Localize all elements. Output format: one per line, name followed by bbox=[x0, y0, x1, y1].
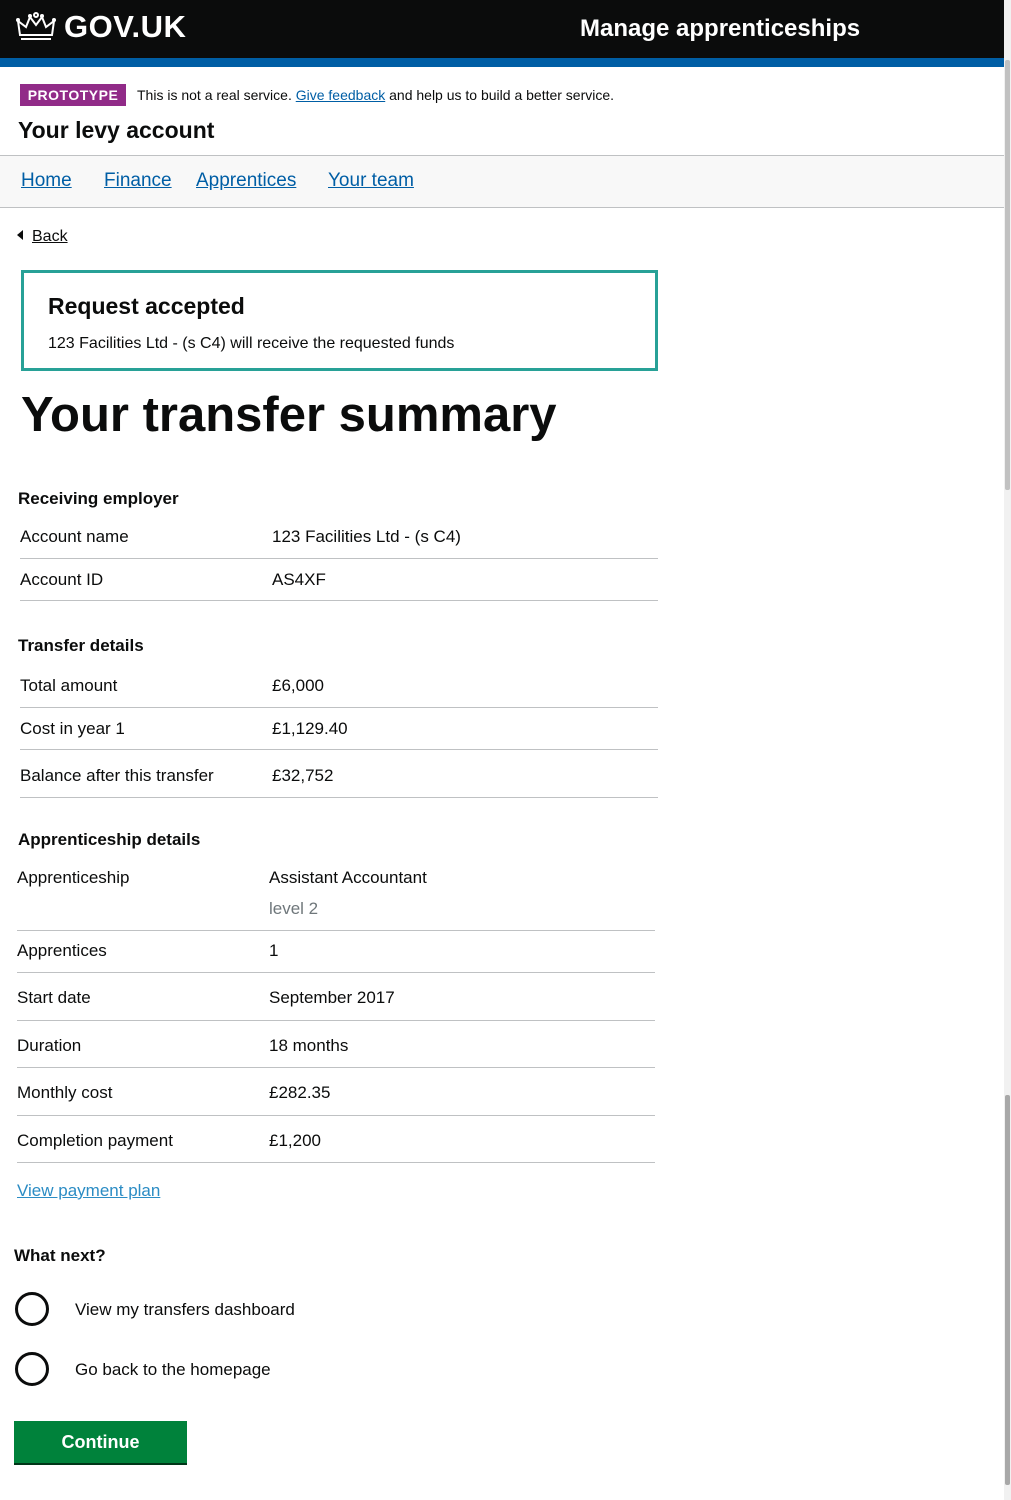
row-value-start-date: September 2017 bbox=[269, 988, 395, 1007]
row-divider bbox=[20, 749, 658, 750]
back-link[interactable]: Back bbox=[17, 228, 68, 246]
row-value-total-amount: £6,000 bbox=[272, 676, 324, 695]
apprenticeship-level: level 2 bbox=[269, 899, 319, 918]
phase-banner-text: This is not a real service. Give feedbac… bbox=[137, 87, 614, 103]
row-key-monthly-cost: Monthly cost bbox=[17, 1083, 113, 1102]
row-key-balance-after: Balance after this transfer bbox=[20, 766, 214, 785]
row-divider bbox=[20, 797, 658, 798]
confirmation-body: 123 Facilities Ltd - (s C4) will receive… bbox=[48, 335, 455, 352]
govuk-header: GOV.UK Manage apprenticeships bbox=[0, 0, 1004, 58]
row-value-duration: 18 months bbox=[269, 1036, 349, 1055]
row-value-balance-after: £32,752 bbox=[272, 766, 334, 785]
phase-text-after: and help us to build a better service. bbox=[385, 87, 615, 103]
view-payment-plan-link[interactable]: View payment plan bbox=[17, 1181, 160, 1201]
scrollbar-thumb-ghost bbox=[1005, 60, 1010, 490]
apprenticeship-details-heading: Apprenticeship details bbox=[18, 830, 201, 849]
phase-text-before: This is not a real service. bbox=[137, 87, 296, 103]
row-divider bbox=[20, 600, 658, 601]
row-value-account-id: AS4XF bbox=[272, 570, 326, 589]
row-value-completion-payment: £1,200 bbox=[269, 1131, 321, 1150]
crown-icon bbox=[16, 12, 56, 40]
confirmation-panel: Request accepted 123 Facilities Ltd - (s… bbox=[21, 270, 658, 371]
row-value-monthly-cost: £282.35 bbox=[269, 1083, 331, 1102]
row-key-start-date: Start date bbox=[17, 988, 91, 1007]
row-key-cost-year-1: Cost in year 1 bbox=[20, 719, 125, 738]
account-title: Your levy account bbox=[18, 117, 215, 143]
header-accent-bar bbox=[0, 58, 1004, 67]
row-divider bbox=[20, 707, 658, 708]
feedback-link[interactable]: Give feedback bbox=[296, 87, 386, 103]
govuk-logo[interactable]: GOV.UK bbox=[64, 9, 186, 45]
nav-finance[interactable]: Finance bbox=[104, 170, 172, 192]
row-value-apprenticeship: Assistant Accountant bbox=[269, 868, 427, 887]
radio-label-view-dashboard[interactable]: View my transfers dashboard bbox=[75, 1300, 295, 1320]
nav-your-team[interactable]: Your team bbox=[328, 170, 414, 192]
transfer-details-heading: Transfer details bbox=[18, 636, 144, 655]
row-value-cost-year-1: £1,129.40 bbox=[272, 719, 348, 738]
row-key-apprenticeship: Apprenticeship bbox=[17, 868, 130, 887]
what-next-heading: What next? bbox=[14, 1246, 106, 1265]
row-value-apprentices: 1 bbox=[269, 941, 279, 960]
nav-home[interactable]: Home bbox=[21, 170, 72, 192]
row-divider bbox=[17, 1162, 655, 1163]
back-arrow-icon bbox=[17, 230, 23, 240]
prototype-tag: PROTOTYPE bbox=[20, 84, 126, 106]
receiving-employer-heading: Receiving employer bbox=[18, 489, 179, 508]
row-divider bbox=[17, 1020, 655, 1021]
service-name[interactable]: Manage apprenticeships bbox=[580, 15, 860, 43]
row-key-account-id: Account ID bbox=[20, 570, 104, 589]
row-key-duration: Duration bbox=[17, 1036, 82, 1055]
confirmation-title: Request accepted bbox=[48, 293, 245, 319]
row-divider bbox=[17, 1115, 655, 1116]
row-key-completion-payment: Completion payment bbox=[17, 1131, 173, 1150]
row-divider bbox=[17, 930, 655, 931]
radio-view-dashboard[interactable] bbox=[15, 1292, 49, 1326]
row-value-account-name: 123 Facilities Ltd - (s C4) bbox=[272, 527, 461, 546]
page-title: Your transfer summary bbox=[21, 388, 557, 442]
back-link-label: Back bbox=[32, 228, 68, 245]
row-key-account-name: Account name bbox=[20, 527, 129, 546]
continue-button[interactable]: Continue bbox=[14, 1421, 187, 1465]
row-divider bbox=[17, 972, 655, 973]
row-divider bbox=[20, 558, 658, 559]
row-key-apprentices: Apprentices bbox=[17, 941, 107, 960]
nav-apprentices[interactable]: Apprentices bbox=[196, 170, 296, 192]
scrollbar-thumb[interactable] bbox=[1005, 1095, 1010, 1485]
radio-label-go-homepage[interactable]: Go back to the homepage bbox=[75, 1360, 271, 1380]
row-key-total-amount: Total amount bbox=[20, 676, 118, 695]
row-divider bbox=[17, 1067, 655, 1068]
radio-go-homepage[interactable] bbox=[15, 1352, 49, 1386]
